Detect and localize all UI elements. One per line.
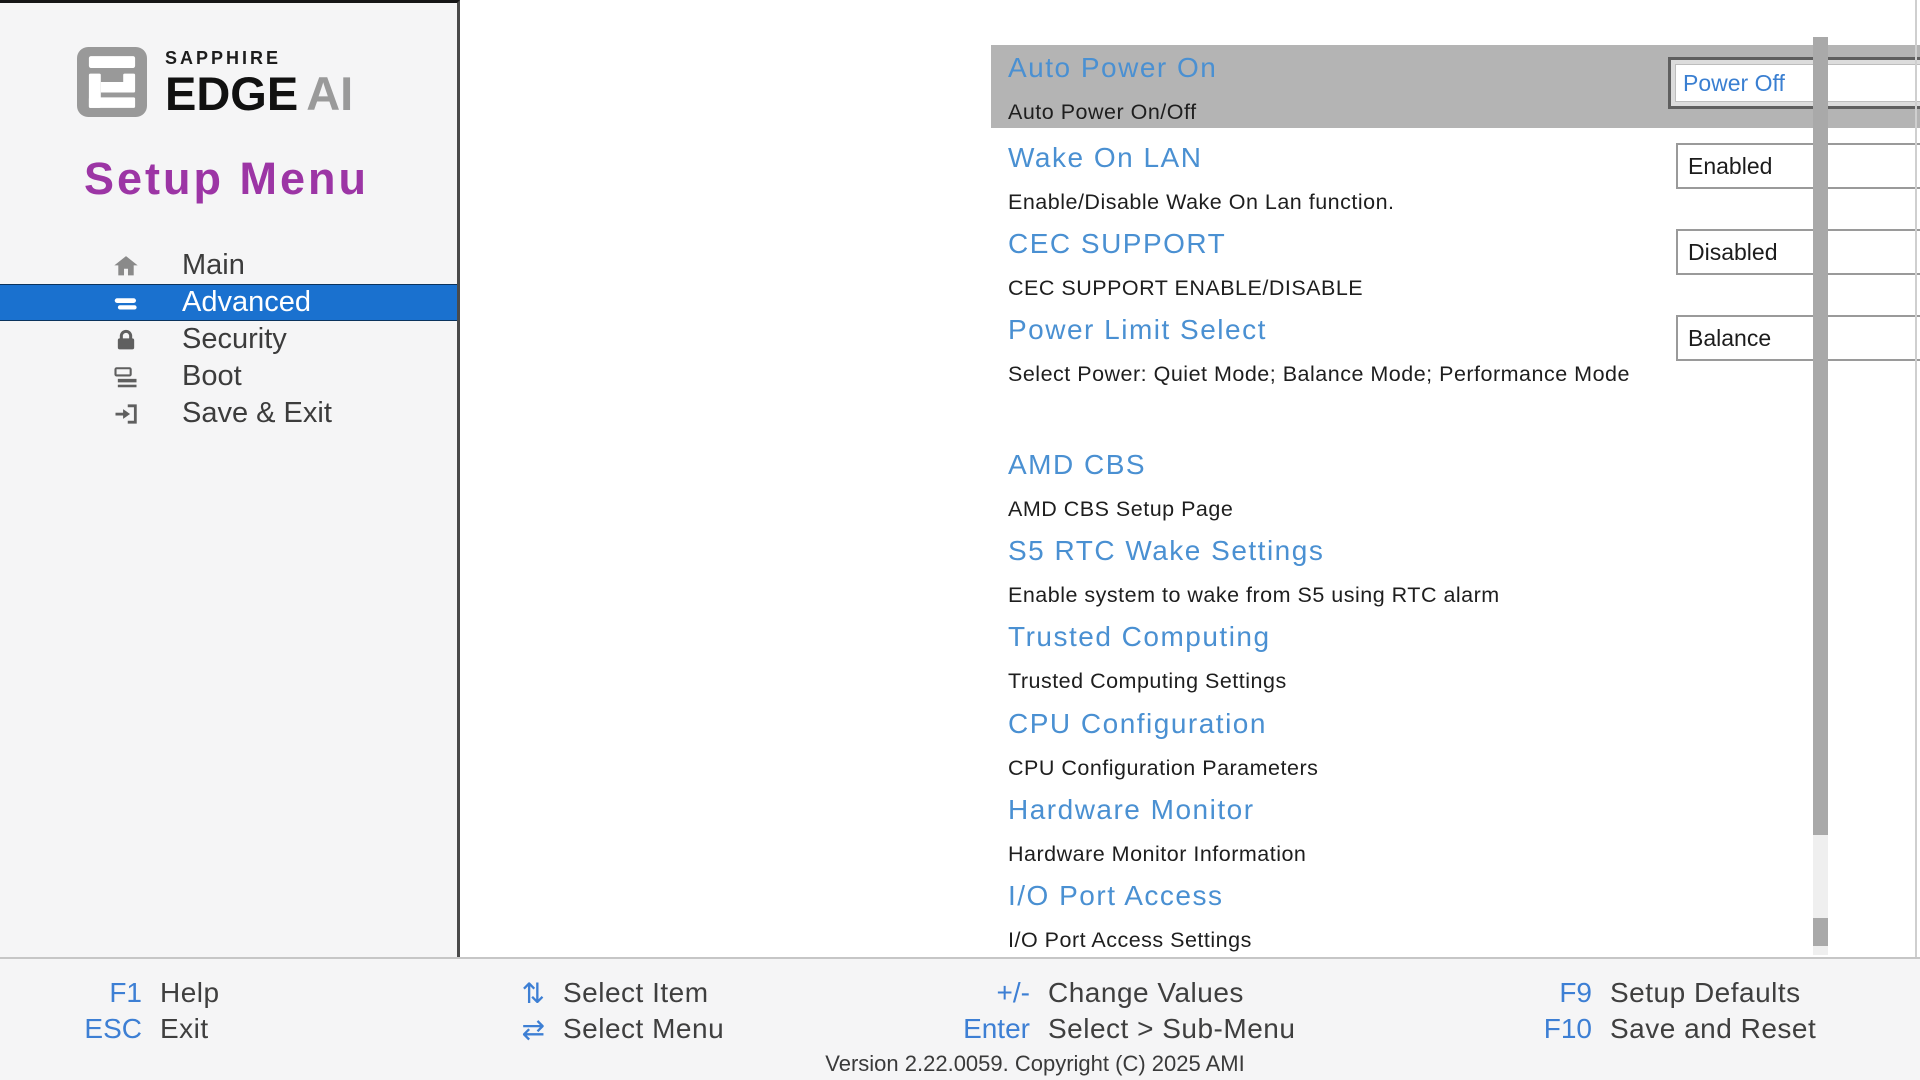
hint-change-values: +/- Change Values — [890, 975, 1295, 1011]
hint-key: +/- — [890, 977, 1030, 1009]
brand-edge: EDGEAI — [165, 70, 353, 117]
sidebar-nav: Main Advanced Security Boot Save & Exit — [0, 247, 457, 432]
dropdown-value: Enabled — [1688, 153, 1772, 180]
sidebar-item-security[interactable]: Security — [0, 321, 457, 358]
submenu-link[interactable]: Hardware Monitor — [991, 795, 1920, 825]
sidebar-item-label: Save & Exit — [182, 397, 332, 430]
setting-help-text: CEC SUPPORT ENABLE/DISABLE — [991, 276, 1920, 300]
submenu-row-9: I/O Port Access I/O Port Access Settings — [991, 881, 1920, 952]
sidebar-item-label: Boot — [182, 360, 242, 393]
dropdown-value: Power Off — [1675, 64, 1920, 102]
setting-row-3: Power Limit SelectSelect Power: Quiet Mo… — [991, 315, 1920, 386]
setting-help-text: AMD CBS Setup Page — [991, 497, 1920, 521]
hint-label: Setup Defaults — [1610, 977, 1801, 1009]
hint-exit: ESC Exit — [60, 1011, 220, 1047]
setting-row-0: Auto Power OnAuto Power On/OffPower Off — [991, 53, 1920, 124]
hint-key: ESC — [60, 1013, 142, 1045]
sidebar: SAPPHIRE EDGEAI Setup Menu Main Advanced S… — [0, 0, 460, 957]
hint-group-2: +/- Change Values Enter Select > Sub-Menu — [890, 975, 1295, 1047]
setting-row-2: CEC SUPPORTCEC SUPPORT ENABLE/DISABLEDis… — [991, 229, 1920, 300]
hint-label: Help — [160, 977, 220, 1009]
lock-icon — [108, 325, 144, 355]
setting-help-text: I/O Port Access Settings — [991, 928, 1920, 952]
home-icon — [108, 251, 144, 281]
submenu-link[interactable]: CPU Configuration — [991, 709, 1920, 739]
submenu-link[interactable]: AMD CBS — [991, 450, 1920, 480]
setting-help-text: Trusted Computing Settings — [991, 669, 1920, 693]
dropdown-value: Balance — [1688, 325, 1771, 352]
hint-key: Enter — [890, 1013, 1030, 1045]
dropdown-0[interactable]: Power Off — [1668, 57, 1920, 109]
sidebar-item-advanced[interactable]: Advanced — [0, 284, 457, 321]
exit-icon — [108, 399, 144, 429]
sliders-icon — [108, 288, 144, 318]
hint-label: Select Menu — [563, 1013, 724, 1045]
setting-help-text: Select Power: Quiet Mode; Balance Mode; … — [991, 362, 1920, 386]
hint-key: F10 — [1480, 1013, 1592, 1045]
sidebar-item-main[interactable]: Main — [0, 247, 457, 284]
brand-ai: AI — [306, 67, 353, 120]
hint-setup-defaults: F9 Setup Defaults — [1480, 975, 1816, 1011]
dropdown-value: Disabled — [1688, 239, 1778, 266]
brand-logo: SAPPHIRE EDGEAI — [77, 46, 353, 118]
panel-right-border — [1915, 0, 1917, 957]
submenu-row-4: AMD CBS AMD CBS Setup Page — [991, 450, 1920, 521]
hint-group-1: ⇅ Select Item ⇄ Select Menu — [500, 975, 724, 1047]
submenu-link[interactable]: I/O Port Access — [991, 881, 1920, 911]
submenu-link[interactable]: S5 RTC Wake Settings — [991, 536, 1920, 566]
main-panel: Auto Power OnAuto Power On/OffPower Off W… — [463, 0, 1920, 957]
hint-label: Exit — [160, 1013, 209, 1045]
hint-select-menu: ⇄ Select Menu — [500, 1011, 724, 1047]
hint-label: Change Values — [1048, 977, 1244, 1009]
sidebar-item-save-exit[interactable]: Save & Exit — [0, 395, 457, 432]
scrollbar-bottom-button[interactable] — [1813, 918, 1828, 946]
submenu-row-7: CPU Configuration CPU Configuration Param… — [991, 709, 1920, 780]
hint-group-0: F1 Help ESC Exit — [60, 975, 220, 1047]
scrollbar-track[interactable] — [1813, 37, 1828, 955]
submenu-row-6: Trusted Computing Trusted Computing Setti… — [991, 622, 1920, 693]
sidebar-item-label: Security — [182, 323, 287, 356]
hint-save-and-reset: F10 Save and Reset — [1480, 1011, 1816, 1047]
hint-help: F1 Help — [60, 975, 220, 1011]
dropdown-2[interactable]: Disabled — [1676, 229, 1920, 275]
dropdown-1[interactable]: Enabled — [1676, 143, 1920, 189]
hint-select-sub-menu: Enter Select > Sub-Menu — [890, 1011, 1295, 1047]
setup-menu-title: Setup Menu — [84, 153, 369, 205]
left-right-arrows-icon: ⇄ — [500, 1013, 545, 1046]
submenu-link[interactable]: Trusted Computing — [991, 622, 1920, 652]
sidebar-item-label: Advanced — [182, 286, 311, 319]
version-text: Version 2.22.0059. Copyright (C) 2025 AM… — [825, 1051, 1244, 1077]
dropdown-3[interactable]: Balance — [1676, 315, 1920, 361]
submenu-row-5: S5 RTC Wake Settings Enable system to wak… — [991, 536, 1920, 607]
hint-select-item: ⇅ Select Item — [500, 975, 724, 1011]
sapphire-logo-icon — [77, 46, 147, 118]
setting-help-text: Enable/Disable Wake On Lan function. — [991, 190, 1920, 214]
hint-label: Save and Reset — [1610, 1013, 1816, 1045]
submenu-row-8: Hardware Monitor Hardware Monitor Informa… — [991, 795, 1920, 866]
boot-list-icon — [108, 362, 144, 392]
sidebar-item-boot[interactable]: Boot — [0, 358, 457, 395]
up-down-arrows-icon: ⇅ — [500, 977, 545, 1010]
setting-help-text: Enable system to wake from S5 using RTC … — [991, 583, 1920, 607]
hint-key: F1 — [60, 977, 142, 1009]
footer-hint-bar: F1 Help ESC Exit ⇅ Select Item ⇄ Select Menu +/-… — [0, 957, 1920, 1080]
setting-help-text: CPU Configuration Parameters — [991, 756, 1920, 780]
sidebar-item-label: Main — [182, 249, 245, 282]
hint-key: F9 — [1480, 977, 1592, 1009]
brand-sapphire: SAPPHIRE — [165, 48, 353, 69]
setting-help-text: Hardware Monitor Information — [991, 842, 1920, 866]
scrollbar-thumb[interactable] — [1813, 37, 1828, 835]
hint-label: Select Item — [563, 977, 709, 1009]
hint-group-3: F9 Setup Defaults F10 Save and Reset — [1480, 975, 1816, 1047]
hint-label: Select > Sub-Menu — [1048, 1013, 1295, 1045]
setting-row-1: Wake On LANEnable/Disable Wake On Lan fu… — [991, 143, 1920, 214]
